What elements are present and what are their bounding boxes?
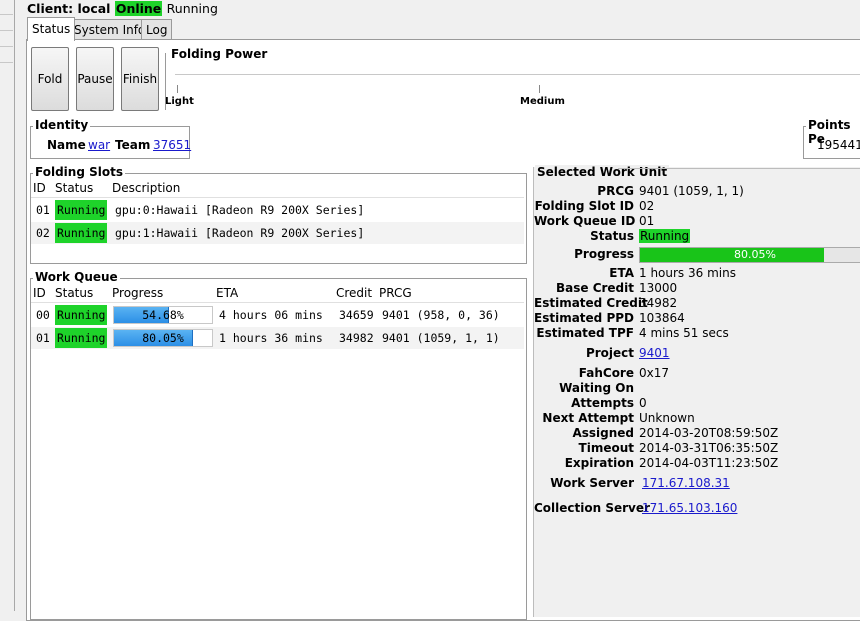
queue-prcg: 9401 (1059, 1, 1) [382,331,500,345]
wu-work-server-link[interactable]: 171.67.108.31 [642,476,730,490]
slider-tick-light [177,85,178,93]
tab-log[interactable]: Log [141,19,173,40]
finish-button[interactable]: Finish [121,47,159,111]
col-prcg[interactable]: PRCG [379,285,412,302]
identity-team-link[interactable]: 37651 [153,138,191,152]
client-online-badge: Online [114,1,163,16]
queue-id: 01 [36,331,50,345]
folding-power-title: Folding Power [169,47,270,61]
queue-eta: 1 hours 36 mins [219,331,323,345]
queue-eta: 4 hours 06 mins [219,308,323,322]
slot-row[interactable]: 01 Running gpu:0:Hawaii [Radeon R9 200X … [31,199,524,221]
col-status[interactable]: Status [55,180,93,197]
queue-status-badge: Running [55,305,108,325]
queue-progress-bar: 54.68% [113,306,213,324]
folding-power-slider-track[interactable] [175,74,860,75]
selected-work-unit-panel [533,167,860,617]
work-queue-title: Work Queue [33,270,120,284]
wu-collection-server-link[interactable]: 171.65.103.160 [642,501,737,515]
slot-row[interactable]: 02 Running gpu:1:Hawaii [Radeon R9 200X … [31,222,524,244]
identity-title: Identity [33,118,91,132]
slot-id: 02 [36,226,50,240]
queue-credit: 34982 [339,331,374,345]
points-value: 195441 [817,138,860,152]
slot-description: gpu:0:Hawaii [Radeon R9 200X Series] [115,203,365,217]
fold-button[interactable]: Fold [31,47,69,111]
queue-prcg: 9401 (958, 0, 36) [382,308,500,322]
slider-label-medium: Medium [520,96,565,107]
col-progress[interactable]: Progress [112,285,163,302]
folding-slots-title: Folding Slots [33,165,125,179]
left-panel-edge [0,0,15,611]
folding-slots-header: ID Status Description [31,180,524,197]
col-id[interactable]: ID [33,180,46,197]
slot-description: gpu:1:Hawaii [Radeon R9 200X Series] [115,226,365,240]
client-label: Client: local [27,1,111,16]
identity-name-label: Name [47,138,86,152]
client-state: Running [166,1,218,16]
slider-label-light: Light [165,96,194,107]
col-status[interactable]: Status [55,285,93,302]
queue-status-badge: Running [55,328,108,348]
slot-id: 01 [36,203,50,217]
queue-credit: 34659 [339,308,374,322]
tab-status[interactable]: Status [27,17,76,41]
slot-status-badge: Running [55,200,108,220]
identity-team-label: Team [115,138,151,152]
pause-button[interactable]: Pause [76,47,114,111]
queue-row[interactable]: 00 Running 54.68% 4 hours 06 mins 34659 … [31,304,524,326]
work-queue-header: ID Status Progress ETA Credit PRCG [31,285,524,302]
queue-row[interactable]: 01 Running 80.05% 1 hours 36 mins 34982 … [31,327,524,349]
slot-status-badge: Running [55,223,108,243]
queue-progress-text: 80.05% [142,331,184,345]
col-id[interactable]: ID [33,285,46,302]
queue-progress-text: 54.68% [142,308,184,322]
tab-system-info[interactable]: System Info [69,19,151,40]
wu-project-link[interactable]: 9401 [639,346,670,360]
col-description[interactable]: Description [112,180,180,197]
client-status-header: Client: local Online Running [27,1,218,17]
identity-name-link[interactable]: war [88,138,110,152]
col-credit[interactable]: Credit [336,285,372,302]
col-eta[interactable]: ETA [216,285,238,302]
slider-tick-medium [539,85,540,93]
folding-power-group [165,53,860,110]
queue-id: 00 [36,308,50,322]
queue-progress-bar: 80.05% [113,329,213,347]
